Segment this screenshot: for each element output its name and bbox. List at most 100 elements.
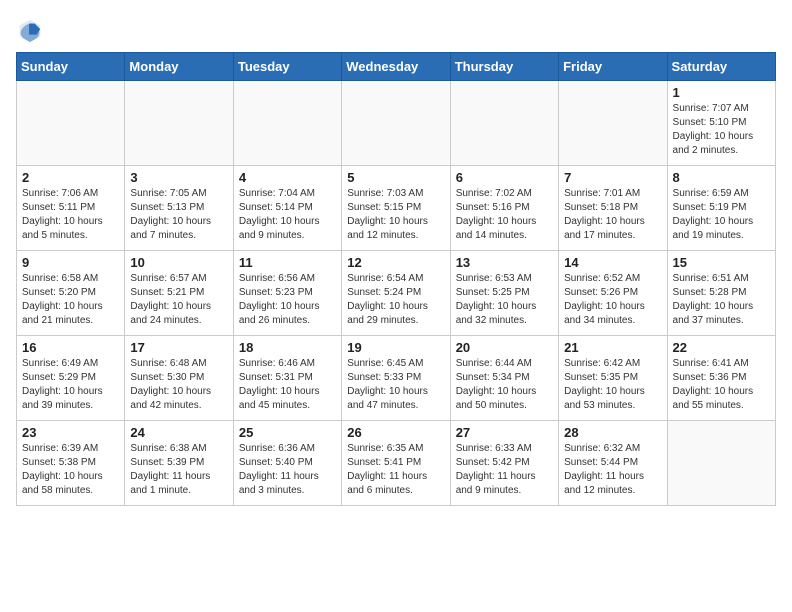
day-info: Sunrise: 7:03 AM Sunset: 5:15 PM Dayligh… <box>347 187 444 243</box>
calendar-cell: 13 Sunrise: 6:53 AM Sunset: 5:25 PM Dayli… <box>450 251 558 336</box>
day-info: Sunrise: 6:35 AM Sunset: 5:41 PM Dayligh… <box>347 442 444 498</box>
day-info: Sunrise: 6:48 AM Sunset: 5:30 PM Dayligh… <box>130 357 227 413</box>
calendar-cell: 20 Sunrise: 6:44 AM Sunset: 5:34 PM Dayli… <box>450 336 558 421</box>
calendar-cell: 12Sunrise: 6:54 AM Sunset: 5:24 PM Dayli… <box>342 251 450 336</box>
day-number: 12 <box>347 255 444 270</box>
day-info: Sunrise: 7:05 AM Sunset: 5:13 PM Dayligh… <box>130 187 227 243</box>
header <box>16 16 776 44</box>
calendar-cell: 8 Sunrise: 6:59 AM Sunset: 5:19 PM Daylig… <box>667 166 775 251</box>
day-number: 14 <box>564 255 661 270</box>
day-number: 11 <box>239 255 336 270</box>
day-info: Sunrise: 6:58 AM Sunset: 5:20 PM Dayligh… <box>22 272 119 328</box>
day-number: 10 <box>130 255 227 270</box>
calendar-cell: 15Sunrise: 6:51 AM Sunset: 5:28 PM Dayli… <box>667 251 775 336</box>
day-info: Sunrise: 6:33 AM Sunset: 5:42 PM Dayligh… <box>456 442 553 498</box>
day-number: 28 <box>564 425 661 440</box>
day-info: Sunrise: 6:38 AM Sunset: 5:39 PM Dayligh… <box>130 442 227 498</box>
day-header-sunday: Sunday <box>17 53 125 81</box>
calendar-cell: 22 Sunrise: 6:41 AM Sunset: 5:36 PM Dayli… <box>667 336 775 421</box>
calendar-cell: 16 Sunrise: 6:49 AM Sunset: 5:29 PM Dayli… <box>17 336 125 421</box>
day-number: 22 <box>673 340 770 355</box>
day-info: Sunrise: 6:42 AM Sunset: 5:35 PM Dayligh… <box>564 357 661 413</box>
day-info: Sunrise: 6:44 AM Sunset: 5:34 PM Dayligh… <box>456 357 553 413</box>
day-number: 18 <box>239 340 336 355</box>
week-row-5: 23 Sunrise: 6:39 AM Sunset: 5:38 PM Dayli… <box>17 421 776 506</box>
calendar-cell <box>233 81 341 166</box>
day-info: Sunrise: 6:45 AM Sunset: 5:33 PM Dayligh… <box>347 357 444 413</box>
week-row-1: 1Sunrise: 7:07 AM Sunset: 5:10 PM Daylig… <box>17 81 776 166</box>
day-info: Sunrise: 6:36 AM Sunset: 5:40 PM Dayligh… <box>239 442 336 498</box>
calendar-cell: 9 Sunrise: 6:58 AM Sunset: 5:20 PM Daylig… <box>17 251 125 336</box>
day-number: 23 <box>22 425 119 440</box>
calendar-cell: 6 Sunrise: 7:02 AM Sunset: 5:16 PM Daylig… <box>450 166 558 251</box>
calendar-cell <box>17 81 125 166</box>
day-info: Sunrise: 6:32 AM Sunset: 5:44 PM Dayligh… <box>564 442 661 498</box>
day-header-thursday: Thursday <box>450 53 558 81</box>
day-info: Sunrise: 6:52 AM Sunset: 5:26 PM Dayligh… <box>564 272 661 328</box>
calendar-cell: 23 Sunrise: 6:39 AM Sunset: 5:38 PM Dayli… <box>17 421 125 506</box>
logo-icon <box>16 16 44 44</box>
calendar-cell: 21 Sunrise: 6:42 AM Sunset: 5:35 PM Dayli… <box>559 336 667 421</box>
calendar-cell <box>450 81 558 166</box>
day-info: Sunrise: 6:39 AM Sunset: 5:38 PM Dayligh… <box>22 442 119 498</box>
calendar-cell: 17 Sunrise: 6:48 AM Sunset: 5:30 PM Dayli… <box>125 336 233 421</box>
day-info: Sunrise: 6:51 AM Sunset: 5:28 PM Dayligh… <box>673 272 770 328</box>
calendar-cell <box>559 81 667 166</box>
day-number: 25 <box>239 425 336 440</box>
day-number: 2 <box>22 170 119 185</box>
day-number: 8 <box>673 170 770 185</box>
days-header-row: SundayMondayTuesdayWednesdayThursdayFrid… <box>17 53 776 81</box>
calendar-cell: 25 Sunrise: 6:36 AM Sunset: 5:40 PM Dayli… <box>233 421 341 506</box>
day-number: 20 <box>456 340 553 355</box>
day-header-friday: Friday <box>559 53 667 81</box>
day-info: Sunrise: 6:53 AM Sunset: 5:25 PM Dayligh… <box>456 272 553 328</box>
calendar-cell: 24 Sunrise: 6:38 AM Sunset: 5:39 PM Dayli… <box>125 421 233 506</box>
calendar-cell <box>667 421 775 506</box>
day-number: 21 <box>564 340 661 355</box>
day-header-saturday: Saturday <box>667 53 775 81</box>
day-number: 5 <box>347 170 444 185</box>
day-number: 7 <box>564 170 661 185</box>
calendar-cell <box>342 81 450 166</box>
week-row-3: 9 Sunrise: 6:58 AM Sunset: 5:20 PM Daylig… <box>17 251 776 336</box>
day-info: Sunrise: 6:57 AM Sunset: 5:21 PM Dayligh… <box>130 272 227 328</box>
calendar-cell: 5 Sunrise: 7:03 AM Sunset: 5:15 PM Daylig… <box>342 166 450 251</box>
day-number: 3 <box>130 170 227 185</box>
day-info: Sunrise: 6:46 AM Sunset: 5:31 PM Dayligh… <box>239 357 336 413</box>
day-info: Sunrise: 6:49 AM Sunset: 5:29 PM Dayligh… <box>22 357 119 413</box>
week-row-2: 2 Sunrise: 7:06 AM Sunset: 5:11 PM Daylig… <box>17 166 776 251</box>
day-number: 26 <box>347 425 444 440</box>
day-number: 27 <box>456 425 553 440</box>
calendar-cell: 14 Sunrise: 6:52 AM Sunset: 5:26 PM Dayli… <box>559 251 667 336</box>
day-info: Sunrise: 7:06 AM Sunset: 5:11 PM Dayligh… <box>22 187 119 243</box>
day-info: Sunrise: 7:01 AM Sunset: 5:18 PM Dayligh… <box>564 187 661 243</box>
day-info: Sunrise: 6:59 AM Sunset: 5:19 PM Dayligh… <box>673 187 770 243</box>
day-header-tuesday: Tuesday <box>233 53 341 81</box>
calendar-cell: 4 Sunrise: 7:04 AM Sunset: 5:14 PM Daylig… <box>233 166 341 251</box>
calendar-cell: 2 Sunrise: 7:06 AM Sunset: 5:11 PM Daylig… <box>17 166 125 251</box>
calendar-cell: 11 Sunrise: 6:56 AM Sunset: 5:23 PM Dayli… <box>233 251 341 336</box>
day-number: 6 <box>456 170 553 185</box>
day-number: 13 <box>456 255 553 270</box>
logo <box>16 16 48 44</box>
calendar-cell: 1Sunrise: 7:07 AM Sunset: 5:10 PM Daylig… <box>667 81 775 166</box>
calendar-table: SundayMondayTuesdayWednesdayThursdayFrid… <box>16 52 776 506</box>
calendar-cell: 18 Sunrise: 6:46 AM Sunset: 5:31 PM Dayli… <box>233 336 341 421</box>
day-info: Sunrise: 6:41 AM Sunset: 5:36 PM Dayligh… <box>673 357 770 413</box>
day-number: 4 <box>239 170 336 185</box>
day-number: 16 <box>22 340 119 355</box>
day-number: 9 <box>22 255 119 270</box>
day-number: 17 <box>130 340 227 355</box>
day-info: Sunrise: 7:02 AM Sunset: 5:16 PM Dayligh… <box>456 187 553 243</box>
calendar-cell: 10 Sunrise: 6:57 AM Sunset: 5:21 PM Dayli… <box>125 251 233 336</box>
day-info: Sunrise: 7:04 AM Sunset: 5:14 PM Dayligh… <box>239 187 336 243</box>
day-number: 24 <box>130 425 227 440</box>
week-row-4: 16 Sunrise: 6:49 AM Sunset: 5:29 PM Dayli… <box>17 336 776 421</box>
calendar-cell: 7 Sunrise: 7:01 AM Sunset: 5:18 PM Daylig… <box>559 166 667 251</box>
day-info: Sunrise: 6:56 AM Sunset: 5:23 PM Dayligh… <box>239 272 336 328</box>
day-number: 19 <box>347 340 444 355</box>
day-number: 1 <box>673 85 770 100</box>
calendar-cell: 28 Sunrise: 6:32 AM Sunset: 5:44 PM Dayli… <box>559 421 667 506</box>
calendar-cell <box>125 81 233 166</box>
calendar-cell: 26 Sunrise: 6:35 AM Sunset: 5:41 PM Dayli… <box>342 421 450 506</box>
